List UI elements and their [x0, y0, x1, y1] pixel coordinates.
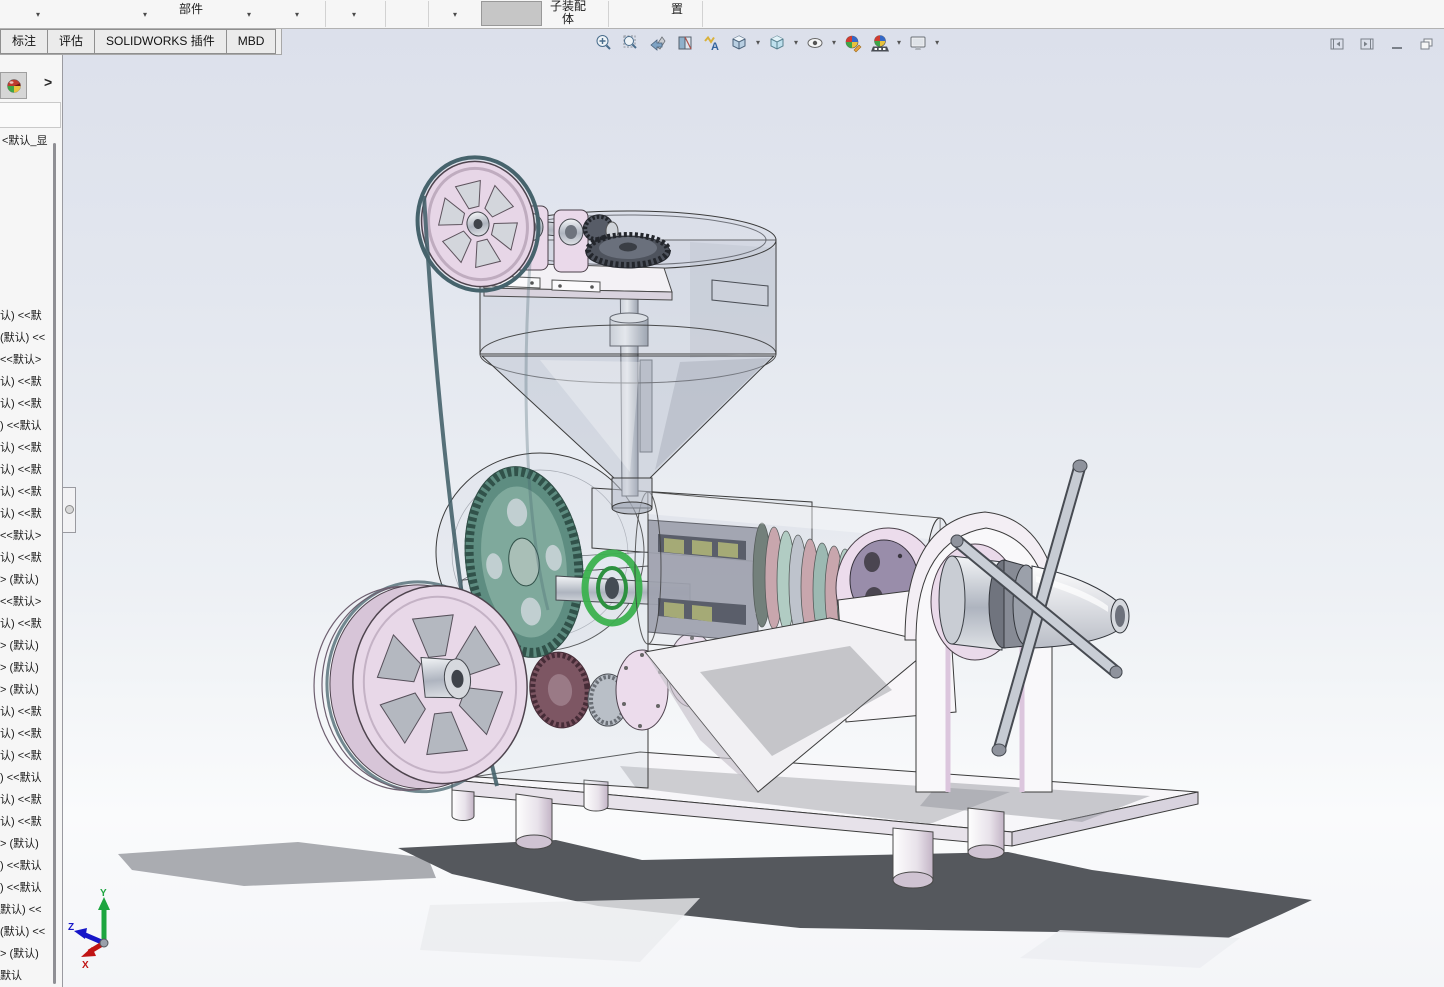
feature-tree-item[interactable]: ) <<默认: [0, 877, 54, 899]
chevron-down-icon[interactable]: ▾: [36, 11, 40, 19]
feature-tree-item[interactable]: > (默认): [0, 833, 54, 855]
toolbar-separator: [428, 1, 429, 27]
feature-tree-item[interactable]: 认) <<默: [0, 371, 54, 393]
feature-tree-item[interactable]: 认) <<默: [0, 701, 54, 723]
command-tab[interactable]: 评估: [47, 29, 96, 54]
press-head-frame[interactable]: [904, 511, 1063, 793]
pane-controls: [1329, 37, 1434, 50]
collapse-right-pane-icon[interactable]: [1359, 37, 1374, 50]
feature-tree-item[interactable]: > (默认): [0, 943, 54, 965]
chevron-down-icon[interactable]: ▾: [143, 11, 147, 19]
command-manager-row: ▾ ▾ 部件 ▾ ▾ ▾ ▾ 子装配体 置: [0, 0, 1444, 29]
floor-shadows: [118, 840, 1312, 968]
part-button-label[interactable]: 部件: [179, 0, 203, 17]
command-tab[interactable]: 标注: [0, 29, 49, 54]
panel-toolbar-strip: [0, 102, 61, 128]
edit-appearance-icon[interactable]: [842, 32, 864, 54]
subassembly-button[interactable]: [481, 1, 542, 26]
feature-tree-item[interactable]: 认) <<默: [0, 437, 54, 459]
feature-tree-item[interactable]: 默认: [0, 965, 54, 987]
toolbar-separator: [608, 1, 609, 27]
feature-tree-item[interactable]: 认) <<默: [0, 305, 54, 327]
feature-tree-item[interactable]: 认) <<默: [0, 503, 54, 525]
svg-text:A: A: [711, 41, 719, 53]
feature-tree-item[interactable]: 认) <<默: [0, 789, 54, 811]
chevron-down-icon[interactable]: ▾: [832, 39, 836, 47]
heads-up-view-toolbar: A ▾ ▾ ▾ ▾ ▾: [593, 32, 940, 54]
feature-tree: 认) <<默 (默认) << <<默认> 认) <<默 认) <<默) <<默认 认) <…: [0, 305, 54, 987]
configuration-header[interactable]: <默认_显: [2, 132, 48, 148]
feature-tree-item[interactable]: <<默认>: [0, 591, 54, 613]
toolbar-separator: [385, 1, 386, 27]
toolbar-separator: [325, 1, 326, 27]
feature-tree-item[interactable]: 认) <<默: [0, 745, 54, 767]
feature-tree-item[interactable]: 认) <<默: [0, 547, 54, 569]
chevron-down-icon[interactable]: ▾: [756, 39, 760, 47]
appearance-sphere-icon: [6, 78, 21, 93]
triad-x-label: X: [82, 960, 89, 971]
feature-tree-item[interactable]: 认) <<默: [0, 723, 54, 745]
command-manager-tabs: 标注 评估 SOLIDWORKS 插件 MBD: [0, 29, 282, 55]
orientation-triad: Y Z X: [68, 888, 110, 971]
subassembly-button-label[interactable]: 子装配体: [546, 0, 590, 26]
zoom-to-fit-icon[interactable]: [593, 32, 615, 54]
chevron-down-icon[interactable]: ▾: [247, 11, 251, 19]
feature-tree-item[interactable]: (默认) <<: [0, 921, 54, 943]
chevron-down-icon[interactable]: ▾: [935, 39, 939, 47]
section-view-icon[interactable]: [674, 32, 696, 54]
view-settings-icon[interactable]: [907, 32, 929, 54]
feature-tree-item[interactable]: (默认) <<: [0, 327, 54, 349]
solidworks-window: ▾ ▾ 部件 ▾ ▾ ▾ ▾ 子装配体 置 标注 评估 SOLIDWORKS 插件 M…: [0, 0, 1444, 987]
display-manager-tab[interactable]: [0, 72, 27, 99]
command-tab[interactable]: MBD: [225, 29, 277, 54]
feature-manager-panel: > <默认_显 认) <<默 (默认) << <<默认> 认) <<默 认) <<默) …: [0, 55, 63, 987]
graphics-viewport[interactable]: Y Z X A ▾ ▾ ▾ ▾ ▾: [63, 28, 1444, 987]
feature-tree-scrollbar[interactable]: [53, 143, 56, 984]
display-style-icon[interactable]: [766, 32, 788, 54]
restore-window-icon[interactable]: [1419, 37, 1434, 50]
layout-button-label[interactable]: 置: [671, 0, 683, 17]
3d-model-screw-oil-press[interactable]: Y Z X: [63, 28, 1444, 987]
feature-tree-item[interactable]: > (默认): [0, 569, 54, 591]
chevron-down-icon[interactable]: ▾: [453, 11, 457, 19]
chevron-down-icon[interactable]: ▾: [352, 11, 356, 19]
feature-tree-item[interactable]: > (默认): [0, 679, 54, 701]
chevron-down-icon[interactable]: ▾: [897, 39, 901, 47]
feature-tree-item[interactable]: 认) <<默: [0, 481, 54, 503]
chevron-down-icon[interactable]: ▾: [794, 39, 798, 47]
collapse-left-pane-icon[interactable]: [1329, 37, 1344, 50]
chevron-down-icon[interactable]: ▾: [295, 11, 299, 19]
command-tab[interactable]: SOLIDWORKS 插件: [94, 29, 227, 54]
zoom-to-area-icon[interactable]: [620, 32, 642, 54]
feature-tree-item[interactable]: > (默认): [0, 635, 54, 657]
hide-show-annotations-icon[interactable]: A: [701, 32, 723, 54]
triad-y-label: Y: [100, 888, 107, 899]
minimize-window-icon[interactable]: [1389, 37, 1404, 50]
feature-tree-item[interactable]: ) <<默认: [0, 767, 54, 789]
feature-tree-item[interactable]: 认) <<默: [0, 459, 54, 481]
feature-tree-item[interactable]: ) <<默认: [0, 415, 54, 437]
expand-panel-icon[interactable]: >: [44, 74, 52, 90]
view-orientation-icon[interactable]: [728, 32, 750, 54]
feature-tree-item[interactable]: > (默认): [0, 657, 54, 679]
previous-view-icon[interactable]: [647, 32, 669, 54]
toolbar-separator: [702, 1, 703, 27]
feature-tree-item[interactable]: 认) <<默: [0, 811, 54, 833]
feature-tree-item[interactable]: <<默认>: [0, 525, 54, 547]
apply-scene-icon[interactable]: [869, 32, 891, 54]
feature-tree-item[interactable]: 认) <<默: [0, 393, 54, 415]
hide-show-items-icon[interactable]: [804, 32, 826, 54]
triad-z-label: Z: [68, 922, 74, 933]
panel-splitter-handle[interactable]: [63, 487, 76, 533]
feature-tree-item[interactable]: 认) <<默: [0, 613, 54, 635]
feature-tree-item[interactable]: ) <<默认: [0, 855, 54, 877]
feature-tree-item[interactable]: 默认) <<: [0, 899, 54, 921]
feature-tree-item[interactable]: <<默认>: [0, 349, 54, 371]
